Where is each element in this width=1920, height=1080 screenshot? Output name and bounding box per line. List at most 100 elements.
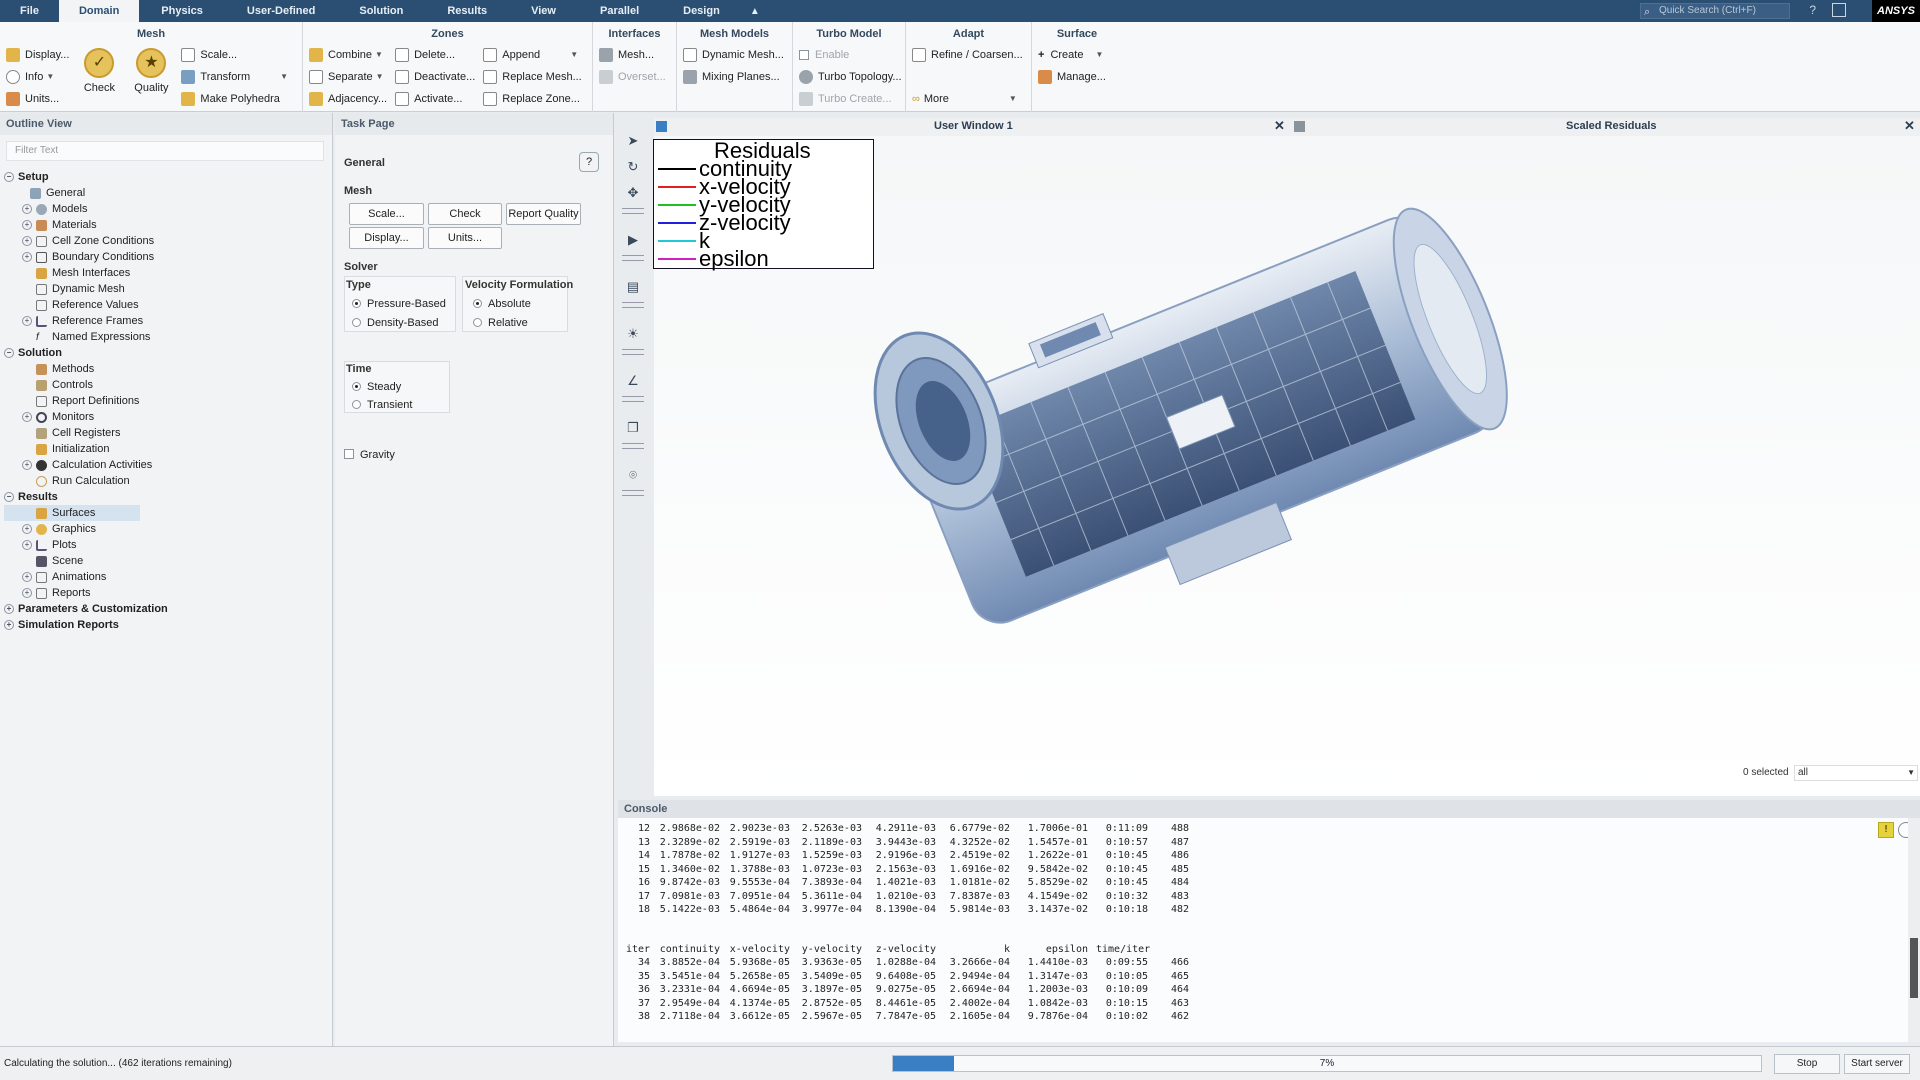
expand-icon[interactable]: + (22, 412, 32, 422)
scale-button[interactable]: Scale... (349, 203, 424, 225)
expand-icon[interactable]: + (22, 524, 32, 534)
collapse-icon[interactable]: − (4, 492, 14, 502)
mesh-transform-button[interactable]: Transform ▼ (181, 66, 288, 88)
interfaces-overset-button[interactable]: Overset... (599, 66, 670, 88)
axes-icon[interactable]: ∠ (621, 369, 645, 393)
help-icon[interactable]: ? (1809, 3, 1816, 17)
mesh-units-button[interactable]: Units... (6, 88, 69, 110)
tree-item-boundary-conditions[interactable]: + Boundary Conditions (4, 249, 332, 265)
transient-radio[interactable]: Transient (352, 399, 412, 411)
tab-file[interactable]: File (0, 0, 59, 22)
tree-item-models[interactable]: + Models (4, 201, 332, 217)
absolute-radio[interactable]: Absolute (473, 298, 531, 310)
expand-icon[interactable]: + (22, 252, 32, 262)
tab-design[interactable]: Design (661, 0, 742, 22)
console-scrollbar[interactable] (1908, 818, 1920, 1042)
pointer-icon[interactable]: ➤ (621, 129, 645, 153)
tree-item-controls[interactable]: Controls (4, 377, 332, 393)
units-button[interactable]: Units... (428, 227, 502, 249)
zones-activate-button[interactable]: Activate... (395, 88, 475, 110)
check-button[interactable]: Check (428, 203, 502, 225)
tab-domain[interactable]: Domain (58, 0, 140, 22)
expand-icon[interactable]: + (22, 316, 32, 326)
tree-item-named-expressions[interactable]: f Named Expressions (4, 329, 332, 345)
tab-view[interactable]: View (509, 0, 578, 22)
user-window-title[interactable]: User Window 1 (934, 120, 1013, 132)
surface-manage-button[interactable]: Manage... (1038, 66, 1116, 88)
tree-section-simulation-reports[interactable]: + Simulation Reports (4, 617, 332, 633)
tree-item-calculation-activities[interactable]: + Calculation Activities (4, 457, 332, 473)
tree-item-cell-registers[interactable]: Cell Registers (4, 425, 332, 441)
tree-item-methods[interactable]: Methods (4, 361, 332, 377)
turbo-topology-button[interactable]: Turbo Topology... (799, 66, 902, 88)
tab-user-defined[interactable]: User-Defined (225, 0, 337, 22)
collapse-ribbon-icon[interactable]: ▲ (742, 6, 768, 17)
make-polyhedra-button[interactable]: Make Polyhedra (181, 88, 288, 110)
pressure-based-radio[interactable]: Pressure-Based (352, 298, 446, 310)
quick-search-input[interactable]: ⌕ Quick Search (Ctrl+F) (1640, 3, 1790, 19)
zones-separate-button[interactable]: Separate ▼ (309, 66, 387, 88)
expand-icon[interactable]: + (22, 540, 32, 550)
tree-section-results[interactable]: − Results (4, 489, 332, 505)
expand-icon[interactable]: + (22, 572, 32, 582)
close-icon[interactable]: ✕ (1274, 118, 1285, 134)
tree-item-initialization[interactable]: Initialization (4, 441, 332, 457)
tree-item-reports[interactable]: + Reports (4, 585, 332, 601)
collapse-icon[interactable]: − (4, 348, 14, 358)
tab-physics[interactable]: Physics (139, 0, 225, 22)
tree-item-plots[interactable]: + Plots (4, 537, 332, 553)
tab-results[interactable]: Results (425, 0, 509, 22)
mesh-check-button[interactable]: ✓ Check (77, 48, 121, 110)
close-icon[interactable]: ✕ (1904, 118, 1915, 134)
zoom-icon[interactable]: ▶ (621, 228, 645, 252)
refine-coarsen-button[interactable]: Refine / Coarsen... (912, 44, 1025, 66)
tree-item-mesh-interfaces[interactable]: Mesh Interfaces (4, 265, 332, 281)
tree-item-animations[interactable]: + Animations (4, 569, 332, 585)
interfaces-mesh-button[interactable]: Mesh... (599, 44, 670, 66)
tree-item-reference-frames[interactable]: + Reference Frames (4, 313, 332, 329)
help-icon[interactable]: ? (579, 152, 599, 172)
expand-icon[interactable]: + (22, 204, 32, 214)
tree-item-monitors[interactable]: + Monitors (4, 409, 332, 425)
expand-icon[interactable]: + (4, 604, 14, 614)
gravity-checkbox[interactable]: Gravity (344, 449, 395, 461)
surface-create-button[interactable]: + Create ▼ (1038, 44, 1116, 66)
tree-item-graphics[interactable]: + Graphics (4, 521, 332, 537)
turbo-create-button[interactable]: Turbo Create... (799, 88, 899, 110)
mesh-display-button[interactable]: Display... (6, 44, 69, 66)
camera-icon[interactable]: ⌾ (621, 463, 645, 487)
tree-item-run-calculation[interactable]: Run Calculation (4, 473, 332, 489)
tree-item-scene[interactable]: Scene (4, 553, 332, 569)
tree-section-parameters[interactable]: + Parameters & Customization (4, 601, 332, 617)
expand-icon[interactable]: + (22, 220, 32, 230)
tree-item-surfaces[interactable]: Surfaces (4, 505, 140, 521)
zones-deactivate-button[interactable]: Deactivate... (395, 66, 475, 88)
tree-item-cell-zone-conditions[interactable]: + Cell Zone Conditions (4, 233, 332, 249)
tree-item-materials[interactable]: + Materials (4, 217, 332, 233)
start-server-button[interactable]: Start server (1844, 1054, 1910, 1074)
rotate-icon[interactable]: ↻ (621, 155, 645, 179)
mesh-info-button[interactable]: Info ▼ (6, 66, 69, 88)
expand-icon[interactable]: + (22, 460, 32, 470)
expand-icon[interactable]: + (22, 236, 32, 246)
turbo-enable-checkbox[interactable]: Enable (799, 44, 899, 66)
zones-append-button[interactable]: Append ▼ (483, 44, 581, 66)
mesh-scale-button[interactable]: Scale... (181, 44, 288, 66)
expand-icon[interactable]: + (4, 620, 14, 630)
scaled-residuals-title[interactable]: Scaled Residuals (1566, 120, 1657, 132)
density-based-radio[interactable]: Density-Based (352, 317, 439, 329)
selection-filter-dropdown[interactable]: all ▼ (1794, 765, 1918, 781)
warning-icon[interactable]: ! (1878, 822, 1894, 838)
adapt-more-button[interactable]: ∞ More ▼ (912, 88, 1025, 110)
fit-icon[interactable]: ▤ (621, 275, 645, 299)
zones-combine-button[interactable]: Combine ▼ (309, 44, 387, 66)
tab-solution[interactable]: Solution (337, 0, 425, 22)
tree-item-dynamic-mesh[interactable]: Dynamic Mesh (4, 281, 332, 297)
tree-item-reference-values[interactable]: Reference Values (4, 297, 332, 313)
tab-parallel[interactable]: Parallel (578, 0, 661, 22)
zones-adjacency-button[interactable]: Adjacency... (309, 88, 387, 110)
collapse-icon[interactable]: − (4, 172, 14, 182)
tree-item-report-definitions[interactable]: Report Definitions (4, 393, 332, 409)
mixing-planes-button[interactable]: Mixing Planes... (683, 66, 786, 88)
display-button[interactable]: Display... (349, 227, 424, 249)
